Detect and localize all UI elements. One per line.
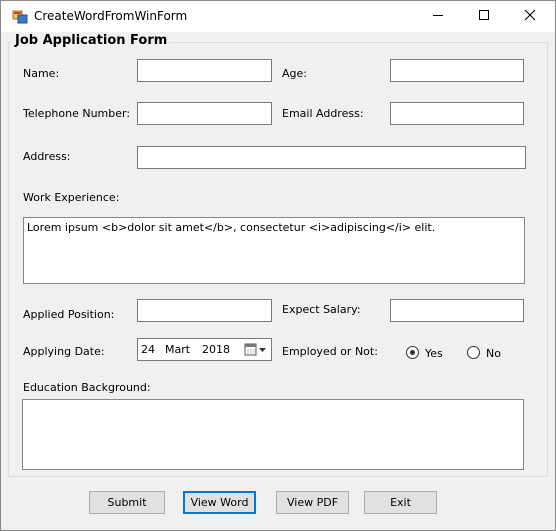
- education-label: Education Background:: [23, 381, 151, 394]
- submit-button-label: Submit: [107, 496, 147, 509]
- expect-salary-label: Expect Salary:: [282, 303, 361, 316]
- close-button[interactable]: [507, 1, 553, 32]
- date-day: 24: [141, 343, 155, 356]
- view-pdf-button-label: View PDF: [286, 496, 339, 509]
- title-bar[interactable]: CreateWordFromWinForm: [1, 1, 555, 32]
- address-label: Address:: [23, 150, 71, 163]
- employed-yes-label: Yes: [425, 347, 443, 360]
- view-word-button[interactable]: View Word: [183, 491, 256, 514]
- name-label: Name:: [23, 67, 60, 80]
- submit-button[interactable]: Submit: [89, 491, 165, 514]
- employed-no-option[interactable]: No: [467, 345, 517, 361]
- education-field[interactable]: [22, 399, 524, 470]
- name-field[interactable]: [137, 59, 272, 82]
- employed-no-label: No: [486, 347, 501, 360]
- app-icon: [12, 9, 28, 25]
- radio-yes[interactable]: [406, 346, 419, 359]
- date-year: 2018: [202, 343, 230, 356]
- group-title: Job Application Form: [13, 33, 170, 48]
- work-experience-label: Work Experience:: [23, 191, 120, 204]
- age-field[interactable]: [390, 59, 524, 82]
- view-word-button-label: View Word: [190, 496, 249, 509]
- work-experience-field[interactable]: Lorem ipsum <b>dolor sit amet</b>, conse…: [23, 217, 525, 284]
- minimize-icon: [432, 9, 444, 24]
- exit-button-label: Exit: [390, 496, 411, 509]
- applying-date-label: Applying Date:: [23, 345, 105, 358]
- maximize-button[interactable]: [461, 1, 507, 32]
- minimize-button[interactable]: [415, 1, 461, 32]
- view-pdf-button[interactable]: View PDF: [276, 491, 349, 514]
- main-window: CreateWordFromWinForm Job Application Fo…: [0, 0, 556, 531]
- calendar-icon[interactable]: [244, 342, 268, 358]
- email-label: Email Address:: [282, 107, 364, 120]
- employed-yes-option[interactable]: Yes: [406, 345, 456, 361]
- close-icon: [524, 9, 536, 24]
- email-field[interactable]: [390, 102, 524, 125]
- date-month: Mart: [165, 343, 191, 356]
- employed-label: Employed or Not:: [282, 345, 378, 358]
- applying-date-picker[interactable]: 24 Mart 2018: [137, 338, 272, 361]
- applied-position-field[interactable]: [137, 299, 272, 322]
- maximize-icon: [478, 9, 490, 24]
- window-title: CreateWordFromWinForm: [34, 9, 188, 23]
- telephone-field[interactable]: [137, 102, 272, 125]
- radio-no[interactable]: [467, 346, 480, 359]
- applied-position-label: Applied Position:: [23, 308, 115, 321]
- radio-dot-icon: [410, 350, 415, 355]
- address-field[interactable]: [137, 146, 526, 169]
- expect-salary-field[interactable]: [390, 299, 524, 322]
- telephone-label: Telephone Number:: [23, 107, 131, 120]
- age-label: Age:: [282, 67, 307, 80]
- exit-button[interactable]: Exit: [364, 491, 437, 514]
